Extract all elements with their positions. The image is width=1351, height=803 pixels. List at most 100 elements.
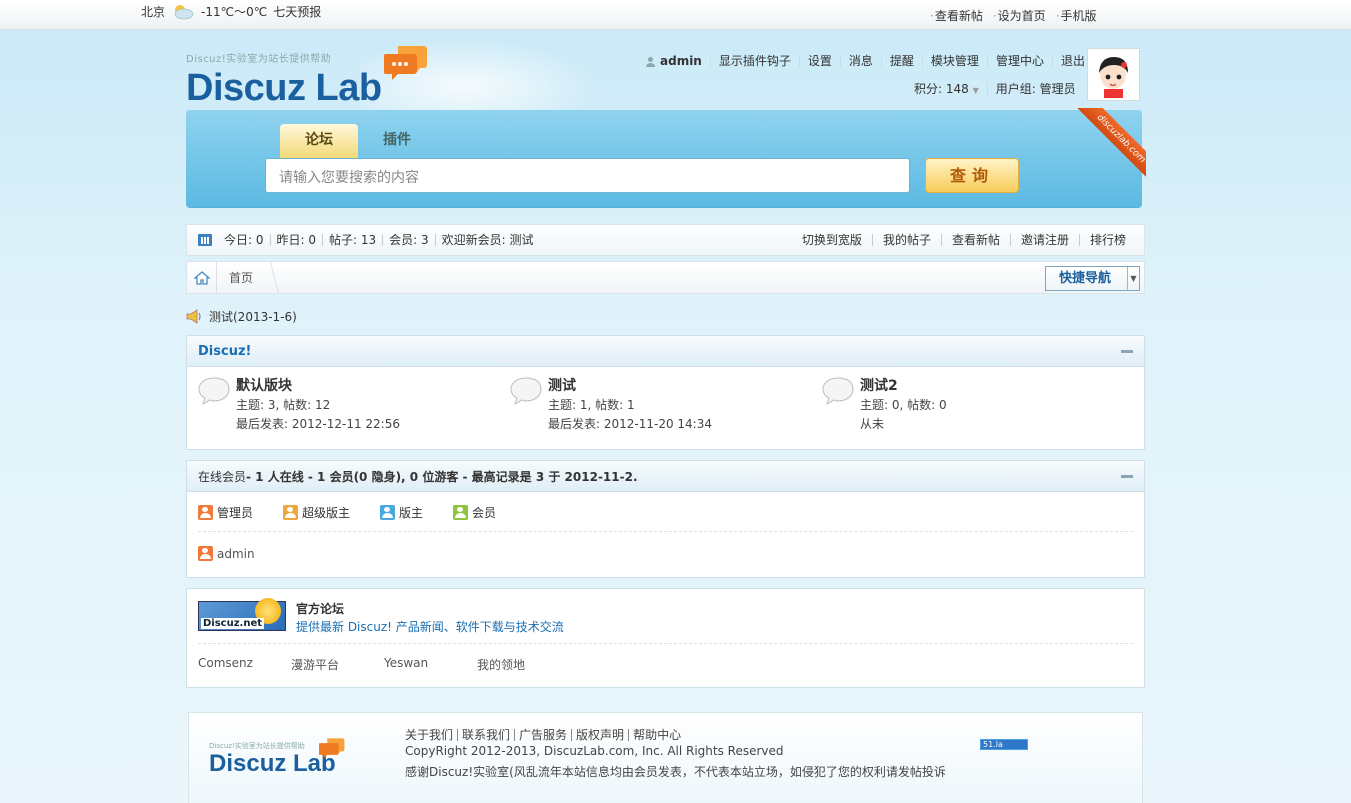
tab-plugin[interactable]: 插件: [358, 124, 436, 159]
top-link-new-posts[interactable]: 查看新帖: [930, 7, 983, 24]
quick-nav-label: 快捷导航: [1059, 271, 1112, 286]
quick-nav-button[interactable]: 快捷导航 ▼: [1045, 266, 1140, 291]
collapse-icon[interactable]: [1121, 350, 1133, 353]
nav-settings[interactable]: 设置: [798, 54, 840, 68]
nav-messages[interactable]: 消息: [839, 54, 881, 68]
forum-category: Discuz! 默认版块 主题: 3, 帖数: 12 最后发表: 2012-12…: [186, 335, 1145, 450]
online-user-name: admin: [217, 546, 255, 561]
nav-module-manage[interactable]: 模块管理: [921, 54, 987, 68]
home-link[interactable]: [187, 262, 217, 293]
forum-name[interactable]: 测试2: [860, 376, 947, 396]
forum-last-post[interactable]: 最后发表: 2012-11-20 14:34: [548, 415, 712, 434]
search-tabs: 论坛 插件: [280, 124, 436, 159]
footer-link-about[interactable]: 关于我们: [405, 729, 457, 741]
category-header: Discuz!: [187, 336, 1144, 367]
online-user[interactable]: admin: [187, 532, 1144, 575]
collapse-icon[interactable]: [1121, 475, 1133, 478]
user-icon: [646, 56, 655, 67]
online-summary: - 1 人在线 - 1 会员(0 隐身), 0 位游客 - 最高记录是 3 于 …: [246, 469, 638, 484]
footer: Discuz!实验室为站长提供帮助 Discuz Lab 关于我们 联系我们 广…: [188, 712, 1143, 803]
member-legend: 管理员 超级版主 版主 会员: [198, 492, 1133, 532]
official-desc[interactable]: 提供最新 Discuz! 产品新闻、软件下载与技术交流: [296, 617, 564, 637]
nav-notifications[interactable]: 提醒: [880, 54, 922, 68]
stat-today: 今日: 0: [224, 233, 264, 247]
user-name: admin: [660, 54, 702, 68]
online-label[interactable]: 在线会员: [198, 468, 246, 485]
top-link-set-home[interactable]: 设为首页: [993, 7, 1046, 24]
official-title[interactable]: 官方论坛: [296, 601, 564, 617]
chevron-down-icon: ▼: [972, 86, 979, 95]
bar-chart-icon: [198, 234, 212, 246]
footer-link-copyright[interactable]: 版权声明: [571, 729, 628, 741]
footer-text: 关于我们 联系我们 广告服务 版权声明 帮助中心 CopyRight 2012-…: [405, 729, 946, 783]
category-title[interactable]: Discuz!: [198, 344, 251, 359]
site-logo[interactable]: Discuz!实验室为站长提供帮助 Discuz Lab: [186, 46, 427, 109]
user-name-link[interactable]: admin: [645, 54, 710, 68]
stat-new-member[interactable]: 欢迎新会员: 测试: [434, 234, 540, 246]
forum-item[interactable]: 测试 主题: 1, 帖数: 1 最后发表: 2012-11-20 14:34: [510, 376, 822, 434]
official-info: 官方论坛 提供最新 Discuz! 产品新闻、软件下载与技术交流: [296, 601, 564, 643]
forum-name[interactable]: 默认版块: [236, 376, 400, 396]
link-my-posts[interactable]: 我的帖子: [871, 234, 941, 246]
breadcrumb-current[interactable]: 首页: [217, 269, 265, 286]
stat-posts: 帖子: 13: [322, 234, 382, 246]
link-ranking[interactable]: 排行榜: [1078, 234, 1136, 246]
forum-stats: 主题: 1, 帖数: 1: [548, 398, 635, 412]
stat-yesterday: 昨日: 0: [269, 234, 323, 246]
home-icon: [193, 270, 210, 285]
top-link-mobile[interactable]: 手机版: [1056, 7, 1097, 24]
footer-link-ads[interactable]: 广告服务: [514, 729, 571, 741]
forum-item[interactable]: 测试2 主题: 0, 帖数: 0 从未: [822, 376, 1134, 434]
footer-thanks: 感谢Discuz!实验室(风乱流年本站信息均由会员发表，不代表本站立场，如侵犯了…: [405, 765, 946, 779]
forum-name[interactable]: 测试: [548, 376, 712, 396]
partner-comsenz[interactable]: Comsenz: [198, 656, 291, 673]
discuz-net-badge[interactable]: Discuz.net: [198, 598, 286, 631]
forum-stats: 主题: 0, 帖数: 0: [860, 398, 947, 412]
avatar[interactable]: [1087, 48, 1140, 101]
avatar-image: [1090, 51, 1137, 98]
tab-forum[interactable]: 论坛: [280, 124, 358, 159]
forum-list: 默认版块 主题: 3, 帖数: 12 最后发表: 2012-12-11 22:5…: [187, 367, 1144, 434]
supermod-user-icon: [283, 504, 299, 520]
footer-link-help[interactable]: 帮助中心: [628, 729, 685, 741]
logo-tagline: Discuz!实验室为站长提供帮助: [186, 54, 332, 65]
nav-admin-center[interactable]: 管理中心: [986, 54, 1052, 68]
partner-yeswan[interactable]: Yeswan: [384, 656, 477, 673]
nav-plugin-hooks[interactable]: 显示插件钩子: [709, 54, 799, 68]
search-button[interactable]: 查询: [925, 158, 1019, 193]
footer-logo-name: Discuz Lab: [209, 750, 336, 777]
partner-my-territory[interactable]: 我的领地: [477, 656, 570, 673]
online-header: 在线会员 - 1 人在线 - 1 会员(0 隐身), 0 位游客 - 最高记录是…: [187, 461, 1144, 492]
friend-links: Discuz.net 官方论坛 提供最新 Discuz! 产品新闻、软件下载与技…: [186, 588, 1145, 688]
stats-counter-badge[interactable]: 51.la: [980, 739, 1028, 750]
forum-item[interactable]: 默认版块 主题: 3, 帖数: 12 最后发表: 2012-12-11 22:5…: [198, 376, 510, 434]
chevron-down-icon: ▼: [1127, 267, 1139, 290]
forecast-link[interactable]: 七天预报: [273, 3, 321, 20]
user-nav: admin 显示插件钩子 设置 消息 提醒 模块管理 管理中心 退出: [645, 54, 1093, 68]
cloud-icon: [174, 4, 194, 19]
legend-mod: 版主: [380, 504, 423, 520]
user-info: 积分: 148 ▼ 用户组: 管理员: [914, 82, 1084, 98]
stats-links: 切换到宽版 我的帖子 查看新帖 邀请注册 排行榜: [792, 234, 1144, 246]
search-panel: 论坛 插件 请输入您要搜索的内容 查询: [186, 110, 1142, 208]
legend-member: 会员: [453, 504, 496, 520]
partner-manyou[interactable]: 漫游平台: [291, 656, 384, 673]
online-members: 在线会员 - 1 人在线 - 1 会员(0 隐身), 0 位游客 - 最高记录是…: [186, 460, 1145, 578]
forum-bubble-icon: [510, 377, 542, 406]
footer-logo[interactable]: Discuz!实验室为站长提供帮助 Discuz Lab: [209, 738, 345, 777]
link-invite[interactable]: 邀请注册: [1009, 234, 1079, 246]
admin-user-icon: [198, 504, 213, 520]
chat-bubble-icon: [319, 738, 345, 759]
forum-details: 默认版块 主题: 3, 帖数: 12 最后发表: 2012-12-11 22:5…: [236, 376, 400, 434]
user-credits[interactable]: 积分: 148 ▼: [914, 82, 987, 98]
footer-link-contact[interactable]: 联系我们: [457, 729, 514, 741]
forum-last-post[interactable]: 最后发表: 2012-12-11 22:56: [236, 415, 400, 434]
link-new-posts[interactable]: 查看新帖: [940, 234, 1010, 246]
announcement[interactable]: 测试(2013-1-6): [186, 308, 297, 325]
footer-links: 关于我们 联系我们 广告服务 版权声明 帮助中心: [405, 729, 946, 741]
top-bar: 北京 -11℃～0℃ 七天预报 查看新帖 设为首页 手机版: [0, 0, 1351, 30]
member-user-icon: [453, 504, 469, 520]
search-input[interactable]: 请输入您要搜索的内容: [265, 158, 910, 193]
legend-admin: 管理员: [198, 504, 253, 520]
link-wide-mode[interactable]: 切换到宽版: [792, 234, 872, 246]
